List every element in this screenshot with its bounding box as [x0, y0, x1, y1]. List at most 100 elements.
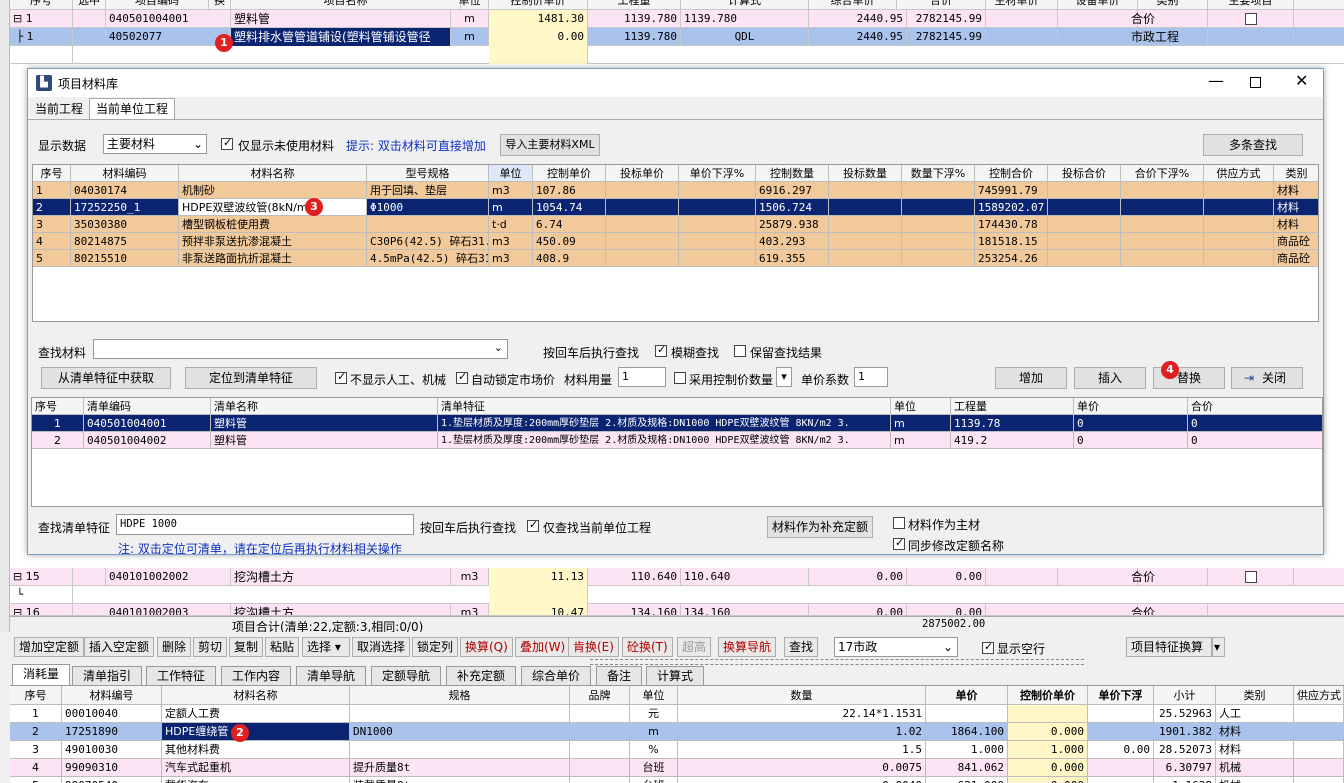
table-row[interactable]: 5 80215510 非泵送路面抗折混凝土 4.5mPa(42.5) 碎石31. m3 4…: [33, 250, 1318, 267]
feature-calc-button[interactable]: 项目特征换算: [1126, 637, 1212, 657]
import-main-material-button[interactable]: 导入主要材料XML: [500, 134, 600, 156]
select-button[interactable]: 选择 ▾: [302, 637, 350, 657]
only-unused-checkbox[interactable]: [221, 136, 233, 150]
mat-unit: m3: [489, 250, 533, 267]
bill-list-header: 序号 清单编码 清单名称 清单特征 单位 工程量 单价 合价: [32, 398, 1322, 415]
minimize-icon[interactable]: —: [1208, 71, 1224, 90]
display-data-select[interactable]: 主要材料 ⌄: [103, 134, 207, 154]
mat-cell: [902, 182, 975, 199]
table-row-selected[interactable]: 2 17251890 HDPE缠绕管 DN1000 m 1.02 1864.100 0.000…: [10, 723, 1344, 741]
keep-result-checkbox[interactable]: [734, 345, 746, 357]
maximize-icon[interactable]: [1250, 77, 1261, 88]
tab-work-content[interactable]: 工作内容: [221, 666, 292, 685]
table-row[interactable]: 3 35030380 槽型钢板桩使用费 t·d 6.74 25879.938 174430.…: [33, 216, 1318, 233]
material-qty-input[interactable]: 1: [618, 367, 666, 387]
chevron-down-icon[interactable]: ▾: [1212, 637, 1225, 657]
cancel-select-button[interactable]: 取消选择: [352, 637, 411, 657]
multi-search-button[interactable]: 多条查找: [1203, 134, 1303, 156]
table-row-blank[interactable]: └: [10, 586, 1344, 604]
convert-nav-button[interactable]: 换算导航: [718, 637, 777, 657]
lock-column-button[interactable]: 锁定列: [412, 637, 459, 657]
tab-work-feature[interactable]: 工作特征: [146, 666, 217, 685]
table-row[interactable]: ⊟ 1 040501004001 塑料管 m 1481.30 1139.780 …: [10, 10, 1344, 28]
show-blank-checkbox[interactable]: [982, 640, 994, 654]
tab-consumption[interactable]: 消耗量: [12, 664, 71, 685]
table-row[interactable]: 1 00010040 定额人工费 元 22.14*1.1531 25.52963 人工: [10, 705, 1344, 723]
row-code: 040101002002: [106, 568, 231, 586]
add-empty-quota-button[interactable]: 增加空定额: [14, 637, 85, 657]
tab-comp-price[interactable]: 综合单价: [521, 666, 592, 685]
table-row[interactable]: ⊟ 16 040101002003 挖沟槽土方 m3 10.47 134.160…: [10, 604, 1344, 616]
chevron-down-icon[interactable]: ▾: [776, 367, 792, 387]
find-button[interactable]: 查找: [784, 637, 819, 657]
search-material-input[interactable]: ⌄: [93, 339, 508, 359]
splitter-handle[interactable]: [590, 659, 1084, 665]
close-icon[interactable]: ✕: [1295, 71, 1308, 90]
tab-bill-nav[interactable]: 清单导航: [296, 666, 367, 685]
region-select[interactable]: 17市政 ⌄: [834, 637, 958, 657]
price-coef-label: 单价系数: [801, 373, 850, 387]
quota-swap-button[interactable]: 肯换(E): [568, 637, 619, 657]
table-row[interactable]: 1 04030174 机制砂 用于回填、垫层 m3 107.86 6916.297 74599…: [33, 182, 1318, 199]
delete-button[interactable]: 删除: [157, 637, 192, 657]
feature-search-input[interactable]: HDPE 1000: [116, 514, 414, 535]
concrete-swap-button[interactable]: 砼换(T): [622, 637, 673, 657]
overlay-button[interactable]: 叠加(W): [515, 637, 571, 657]
convert-button[interactable]: 换算(Q): [460, 637, 513, 657]
consumption-cell: [1294, 777, 1344, 783]
row-qty: 134.160: [588, 604, 681, 615]
mat-cell: [829, 250, 902, 267]
chevron-down-icon: ⌄: [942, 640, 953, 654]
use-ctrl-qty-checkbox[interactable]: [674, 372, 686, 384]
row-total: 0.00: [897, 568, 986, 586]
auto-lock-checkbox[interactable]: [456, 370, 468, 384]
tab-quota-nav[interactable]: 定额导航: [371, 666, 442, 685]
get-from-feature-button[interactable]: 从清单特征中获取: [41, 367, 171, 389]
tab-supplement-quota[interactable]: 补充定额: [446, 666, 517, 685]
table-row-selected[interactable]: 1 040501004001 塑料管 1.垫层材质及厚度:200mm厚砂垫层 2…: [32, 415, 1322, 432]
table-row-selected[interactable]: ├ 1 40502077 塑料排水管管道铺设(塑料管铺设管径 m 0.00 11…: [10, 28, 1344, 46]
copy-button[interactable]: 复制: [229, 637, 264, 657]
consumption-type: 机械: [1216, 777, 1294, 783]
table-row[interactable]: 3 49010030 其他材料费% 1.5 1.000 1.000 0.00 28.52073…: [10, 741, 1344, 759]
no-labor-checkbox[interactable]: [335, 370, 347, 384]
sync-name-checkbox[interactable]: [893, 536, 905, 550]
only-current-checkbox[interactable]: [527, 518, 539, 532]
tab-current-unit-project[interactable]: 当前单位工程: [89, 98, 176, 120]
mat-cell: [829, 182, 902, 199]
cut-button[interactable]: 剪切: [193, 637, 228, 657]
mat-cell: [1204, 233, 1274, 250]
table-row-blank[interactable]: [10, 46, 1344, 64]
table-row[interactable]: ⊟ 15 040101002002 挖沟槽土方 m3 11.13 110.640…: [10, 568, 1344, 586]
main-item-checkbox[interactable]: [1244, 571, 1257, 583]
tab-current-project[interactable]: 当前工程: [31, 99, 87, 119]
consumption-header-cell: 类别: [1216, 686, 1294, 705]
consumption-code: 99070540: [62, 777, 162, 783]
insert-button[interactable]: 插入: [1074, 367, 1146, 389]
auto-lock-label: 自动锁定市场价: [471, 373, 556, 387]
main-item-checkbox[interactable]: [1244, 13, 1257, 25]
as-main-material-checkbox[interactable]: [893, 517, 905, 529]
header-unit: 单位: [451, 0, 489, 10]
as-supplement-button[interactable]: 材料作为补充定额: [767, 516, 873, 538]
tab-bill-guide[interactable]: 清单指引: [72, 666, 143, 685]
paste-button[interactable]: 粘贴: [265, 637, 300, 657]
table-row[interactable]: 4 80214875 预拌非泵送抗渗混凝土 C30P6(42.5) 碎石31.5 m3 4…: [33, 233, 1318, 250]
exit-icon: ⇥: [1244, 371, 1255, 385]
insert-empty-quota-button[interactable]: 插入空定额: [84, 637, 155, 657]
table-row[interactable]: 599070540载货汽车装载质量8t 台班0.0040621.0000.000 1…: [10, 777, 1344, 783]
mat-price: 6.74: [533, 216, 606, 233]
consumption-name: 汽车式起重机: [162, 759, 350, 777]
add-button[interactable]: 增加: [995, 367, 1067, 389]
table-row[interactable]: 2 040501004002 塑料管 1.垫层材质及厚度:200mm厚砂垫层 2…: [32, 432, 1322, 449]
close-button[interactable]: ⇥ 关闭: [1231, 367, 1303, 389]
locate-feature-button[interactable]: 定位到清单特征: [185, 367, 317, 389]
overheight-button[interactable]: 超高: [677, 637, 712, 657]
tab-remarks[interactable]: 备注: [596, 666, 643, 685]
tab-formula[interactable]: 计算式: [646, 666, 705, 685]
price-coef-input[interactable]: 1: [854, 367, 888, 387]
fuzzy-search-checkbox[interactable]: [655, 343, 667, 357]
table-row[interactable]: 4 99090310 汽车式起重机 提升质量8t 台班 0.0075 841.062 0.00…: [10, 759, 1344, 777]
table-row-selected[interactable]: 2 17252250_1 HDPE双壁波纹管(8kN/m²) Φ1000 m 1054.7…: [33, 199, 1318, 216]
mat-header: 供应方式: [1204, 165, 1274, 182]
